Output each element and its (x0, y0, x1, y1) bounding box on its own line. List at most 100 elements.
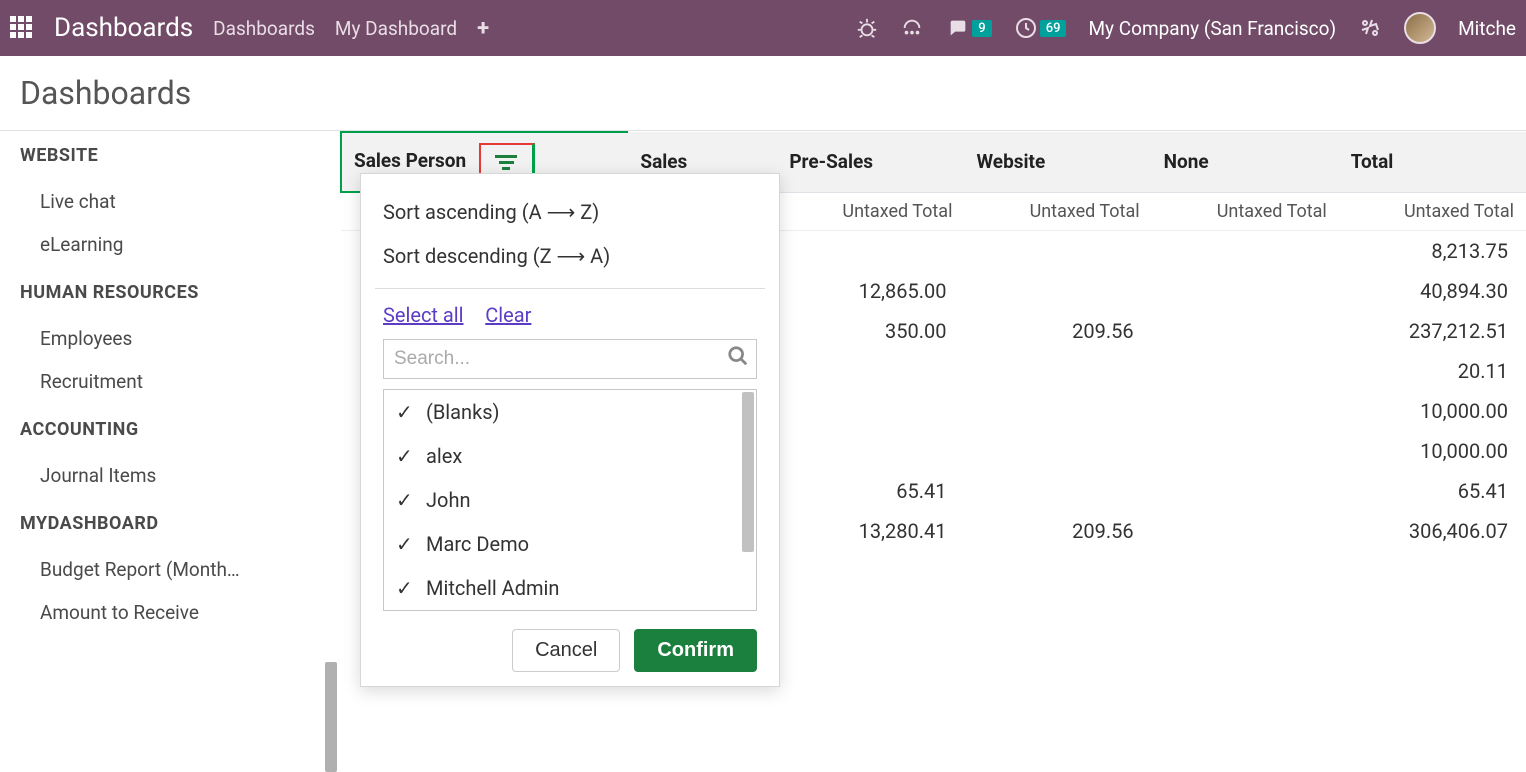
apps-grid-icon[interactable] (10, 16, 34, 40)
select-all-link[interactable]: Select all (383, 303, 464, 327)
table-cell (1152, 511, 1339, 551)
check-icon: ✓ (396, 488, 412, 512)
table-cell: 350.00 (777, 311, 964, 351)
col-header-website[interactable]: Website (964, 132, 1151, 192)
table-cell (964, 391, 1151, 431)
nav-link-dashboards[interactable]: Dashboards (213, 17, 315, 40)
filter-option-label: Mitchell Admin (426, 576, 559, 600)
cancel-button[interactable]: Cancel (512, 629, 620, 672)
top-navbar: Dashboards Dashboards My Dashboard + 9 6… (0, 0, 1526, 56)
table-cell (1152, 311, 1339, 351)
filter-popup: Sort ascending (A ⟶ Z) Sort descending (… (360, 173, 780, 687)
page-header: Dashboards (0, 56, 1526, 131)
table-cell (964, 271, 1151, 311)
activities-badge: 69 (1040, 20, 1067, 37)
table-cell: 237,212.51 (1339, 311, 1526, 351)
table-cell: 65.41 (1339, 471, 1526, 511)
settings-icon[interactable] (1358, 16, 1382, 40)
table-cell (1152, 230, 1339, 271)
search-icon (727, 345, 749, 367)
sidebar-item-employees[interactable]: Employees (20, 317, 310, 360)
table-cell (777, 391, 964, 431)
filter-option-label: (Blanks) (426, 400, 500, 424)
subheader-none: Untaxed Total (1152, 192, 1339, 230)
check-icon: ✓ (396, 576, 412, 600)
sidebar-item-elearning[interactable]: eLearning (20, 223, 310, 266)
filter-option[interactable]: ✓ (Blanks) (384, 390, 756, 434)
table-cell: 12,865.00 (777, 271, 964, 311)
clear-link[interactable]: Clear (485, 303, 531, 327)
table-cell (777, 431, 964, 471)
table-cell (964, 471, 1151, 511)
col-header-pre-sales[interactable]: Pre-Sales (777, 132, 964, 192)
col-header-label: Sales Person (354, 149, 466, 172)
table-cell: 65.41 (777, 471, 964, 511)
user-name: Mitche (1458, 17, 1516, 40)
page-title: Dashboards (20, 74, 1506, 112)
content-area: Sales Person Sales Pre-Sales Website Non… (340, 131, 1526, 772)
sidebar-item-amount-receive[interactable]: Amount to Receive (20, 591, 310, 634)
table-cell: 209.56 (964, 311, 1151, 351)
subheader-website: Untaxed Total (964, 192, 1151, 230)
nav-link-my-dashboard[interactable]: My Dashboard (335, 17, 457, 40)
section-website: WEBSITE (20, 145, 340, 166)
sidebar-item-budget-report[interactable]: Budget Report (Month… (20, 548, 310, 591)
filter-option[interactable]: ✓ John (384, 478, 756, 522)
sidebar: WEBSITE Live chat eLearning HUMAN RESOUR… (0, 131, 340, 772)
subheader-total: Untaxed Total (1339, 192, 1526, 230)
table-cell: 20.11 (1339, 351, 1526, 391)
popup-divider (375, 288, 765, 289)
table-cell (1152, 351, 1339, 391)
support-icon[interactable] (900, 17, 924, 39)
sidebar-item-live-chat[interactable]: Live chat (20, 180, 310, 223)
filter-search-input[interactable] (383, 339, 757, 379)
messages-icon[interactable]: 9 (946, 17, 991, 39)
table-cell (964, 230, 1151, 271)
sort-ascending[interactable]: Sort ascending (A ⟶ Z) (375, 190, 765, 234)
section-mydashboard: MYDASHBOARD (20, 513, 340, 534)
table-cell: 8,213.75 (1339, 230, 1526, 271)
user-avatar[interactable] (1404, 12, 1436, 44)
table-cell (1152, 271, 1339, 311)
bug-icon[interactable] (856, 17, 878, 39)
nav-add-button[interactable]: + (477, 16, 489, 41)
subheader-pre-sales: Untaxed Total (777, 192, 964, 230)
section-hr: HUMAN RESOURCES (20, 282, 340, 303)
table-cell (964, 351, 1151, 391)
table-cell: 209.56 (964, 511, 1151, 551)
messages-badge: 9 (972, 20, 991, 37)
filter-option-label: Marc Demo (426, 532, 529, 556)
sidebar-item-journal-items[interactable]: Journal Items (20, 454, 310, 497)
table-cell (1152, 471, 1339, 511)
filter-option[interactable]: ✓ alex (384, 434, 756, 478)
table-cell (777, 230, 964, 271)
check-icon: ✓ (396, 400, 412, 424)
table-cell (1152, 391, 1339, 431)
col-header-none[interactable]: None (1152, 132, 1339, 192)
company-selector[interactable]: My Company (San Francisco) (1088, 17, 1336, 40)
check-icon: ✓ (396, 532, 412, 556)
filter-option[interactable]: ✓ Marc Demo (384, 522, 756, 566)
table-cell (964, 431, 1151, 471)
table-cell: 13,280.41 (777, 511, 964, 551)
sort-descending[interactable]: Sort descending (Z ⟶ A) (375, 234, 765, 278)
brand-title: Dashboards (54, 13, 193, 43)
sidebar-scrollbar[interactable] (325, 662, 337, 772)
table-cell: 10,000.00 (1339, 391, 1526, 431)
options-scrollbar[interactable] (742, 392, 754, 552)
sidebar-item-recruitment[interactable]: Recruitment (20, 360, 310, 403)
section-accounting: ACCOUNTING (20, 419, 340, 440)
filter-option-label: alex (426, 444, 462, 468)
confirm-button[interactable]: Confirm (634, 629, 757, 672)
filter-options-list: ✓ (Blanks) ✓ alex ✓ John ✓ Marc Demo ✓ Mitchell A… (383, 389, 757, 611)
filter-option[interactable]: ✓ Mitchell Admin (384, 566, 756, 610)
check-icon: ✓ (396, 444, 412, 468)
table-cell: 40,894.30 (1339, 271, 1526, 311)
table-cell (1152, 431, 1339, 471)
col-header-total[interactable]: Total (1339, 132, 1526, 192)
table-cell (777, 351, 964, 391)
table-cell: 306,406.07 (1339, 511, 1526, 551)
filter-option-label: John (426, 488, 471, 512)
activities-icon[interactable]: 69 (1014, 16, 1067, 40)
table-cell: 10,000.00 (1339, 431, 1526, 471)
